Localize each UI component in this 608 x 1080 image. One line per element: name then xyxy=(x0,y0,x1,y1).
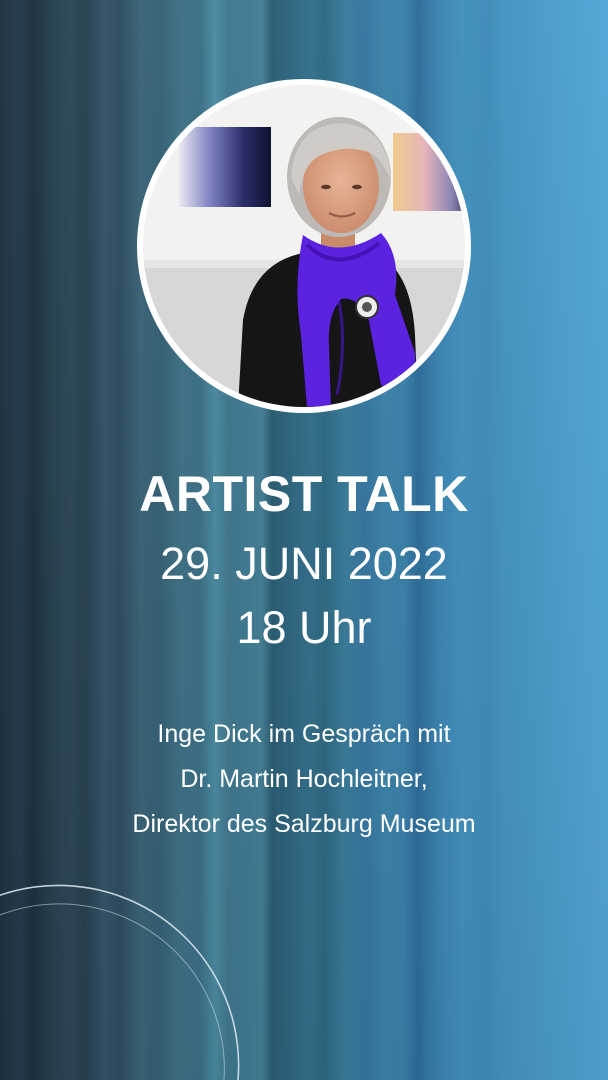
poster-background: ARTIST TALK 29. JUNI 2022 18 Uhr Inge Di… xyxy=(0,0,608,1080)
description-line-3: Direktor des Salzburg Museum xyxy=(132,810,476,838)
description-line-1: Inge Dick im Gespräch mit xyxy=(157,720,451,748)
event-time: 18 Uhr xyxy=(236,602,372,653)
event-date: 29. JUNI 2022 xyxy=(160,538,448,589)
event-description: Inge Dick im Gespräch mit Dr. Martin Hoc… xyxy=(0,712,608,847)
description-line-2: Dr. Martin Hochleitner, xyxy=(180,765,428,793)
artist-portrait xyxy=(137,79,471,413)
event-title: ARTIST TALK xyxy=(139,466,469,522)
